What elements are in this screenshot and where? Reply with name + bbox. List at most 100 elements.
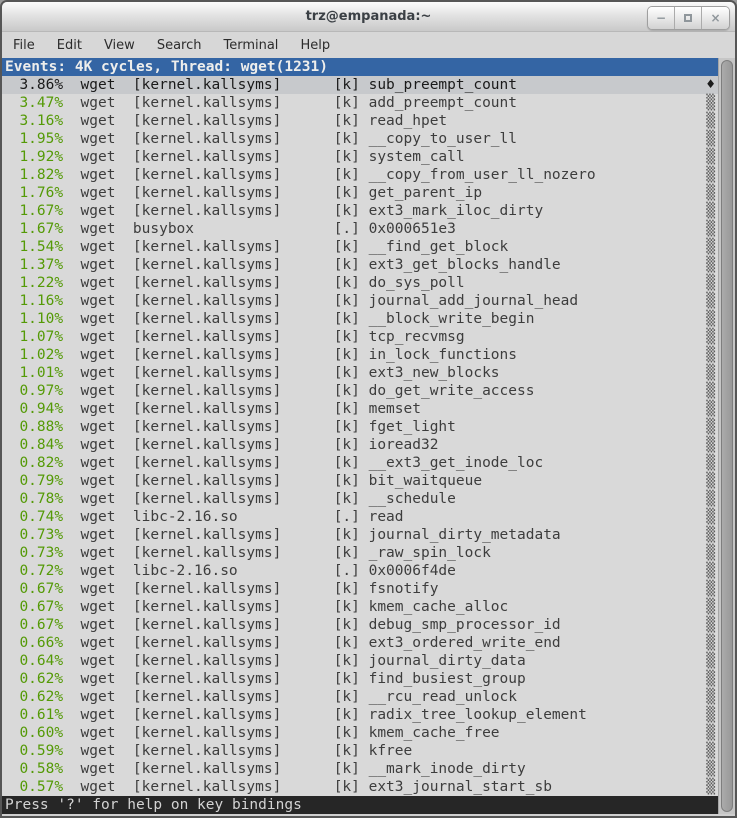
privilege-level: [k]	[334, 778, 360, 796]
perf-symbol-row[interactable]: 1.92%wget[kernel.kallsyms][k]system_call…	[2, 148, 718, 166]
perf-symbol-row[interactable]: 0.62%wget[kernel.kallsyms][k]__rcu_read_…	[2, 688, 718, 706]
menu-item-terminal[interactable]: Terminal	[215, 34, 286, 57]
overhead-percent: 0.66%	[2, 634, 63, 652]
perf-symbol-row[interactable]: 1.16%wget[kernel.kallsyms][k]journal_add…	[2, 292, 718, 310]
scrollbar-thumb[interactable]	[721, 60, 733, 812]
perf-symbol-row[interactable]: 0.62%wget[kernel.kallsyms][k]find_busies…	[2, 670, 718, 688]
symbol-name: kmem_cache_alloc	[369, 598, 509, 616]
perf-symbol-row[interactable]: 1.67%wget[kernel.kallsyms][k]ext3_mark_i…	[2, 202, 718, 220]
command-name: wget	[81, 400, 116, 418]
symbol-name: ioread32	[369, 436, 439, 454]
perf-symbol-row[interactable]: 0.61%wget[kernel.kallsyms][k]radix_tree_…	[2, 706, 718, 724]
perf-symbol-row[interactable]: 3.86%wget[kernel.kallsyms][k]sub_preempt…	[2, 76, 718, 94]
symbol-name: kmem_cache_free	[369, 724, 500, 742]
perf-symbol-row[interactable]: 1.95%wget[kernel.kallsyms][k]__copy_to_u…	[2, 130, 718, 148]
overhead-percent: 0.73%	[2, 526, 63, 544]
perf-symbol-row[interactable]: 0.60%wget[kernel.kallsyms][k]kmem_cache_…	[2, 724, 718, 742]
privilege-level: [k]	[334, 400, 360, 418]
perf-symbol-row[interactable]: 0.57%wget[kernel.kallsyms][k]ext3_journa…	[2, 778, 718, 796]
perf-symbol-row[interactable]: 0.82%wget[kernel.kallsyms][k]__ext3_get_…	[2, 454, 718, 472]
perf-symbol-row[interactable]: 0.74%wgetlibc-2.16.so[.]read ▒	[2, 508, 718, 526]
perf-symbol-row[interactable]: 1.54%wget[kernel.kallsyms][k]__find_get_…	[2, 238, 718, 256]
tui-scroll-marker: ▒	[706, 94, 715, 112]
shared-object: [kernel.kallsyms]	[133, 436, 334, 454]
tui-scroll-marker: ▒	[706, 562, 715, 580]
menu-item-help[interactable]: Help	[292, 34, 338, 57]
perf-symbol-row[interactable]: 0.73%wget[kernel.kallsyms][k]_raw_spin_l…	[2, 544, 718, 562]
perf-symbol-row[interactable]: 1.67%wgetbusybox[.]0x000651e3 ▒	[2, 220, 718, 238]
overhead-percent: 0.72%	[2, 562, 63, 580]
shared-object: [kernel.kallsyms]	[133, 634, 334, 652]
overhead-percent: 0.94%	[2, 400, 63, 418]
overhead-percent: 1.02%	[2, 346, 63, 364]
perf-symbol-row[interactable]: 3.47%wget[kernel.kallsyms][k]add_preempt…	[2, 94, 718, 112]
scrollbar-track[interactable]	[718, 58, 735, 814]
perf-symbol-row[interactable]: 0.78%wget[kernel.kallsyms][k]__schedule …	[2, 490, 718, 508]
command-name: wget	[81, 508, 116, 526]
perf-symbol-row[interactable]: 0.64%wget[kernel.kallsyms][k]journal_dir…	[2, 652, 718, 670]
perf-symbol-row[interactable]: 3.16%wget[kernel.kallsyms][k]read_hpet ▒	[2, 112, 718, 130]
symbol-name: ext3_get_blocks_handle	[369, 256, 561, 274]
symbol-name: kfree	[369, 742, 413, 760]
terminal-screen[interactable]: Events: 4K cycles, Thread: wget(1231) 3.…	[2, 58, 735, 814]
overhead-percent: 0.88%	[2, 418, 63, 436]
perf-symbol-row[interactable]: 0.79%wget[kernel.kallsyms][k]bit_waitque…	[2, 472, 718, 490]
title-bar[interactable]: trz@empanada:~ − ×	[2, 2, 735, 32]
menu-item-edit[interactable]: Edit	[49, 34, 90, 57]
privilege-level: [k]	[334, 742, 360, 760]
perf-symbol-row[interactable]: 1.82%wget[kernel.kallsyms][k]__copy_from…	[2, 166, 718, 184]
symbol-name: find_busiest_group	[369, 670, 526, 688]
command-name: wget	[81, 562, 116, 580]
command-name: wget	[81, 544, 116, 562]
perf-symbol-row[interactable]: 0.72%wgetlibc-2.16.so[.]0x0006f4de ▒	[2, 562, 718, 580]
tui-scroll-marker: ▒	[706, 778, 715, 796]
overhead-percent: 0.97%	[2, 382, 63, 400]
maximize-button[interactable]	[675, 7, 702, 29]
perf-symbol-row[interactable]: 1.37%wget[kernel.kallsyms][k]ext3_get_bl…	[2, 256, 718, 274]
shared-object: [kernel.kallsyms]	[133, 382, 334, 400]
symbol-name: __find_get_block	[369, 238, 509, 256]
tui-scroll-marker: ▒	[706, 256, 715, 274]
perf-symbol-row[interactable]: 0.66%wget[kernel.kallsyms][k]ext3_ordere…	[2, 634, 718, 652]
perf-symbol-row[interactable]: 0.67%wget[kernel.kallsyms][k]fsnotify ▒	[2, 580, 718, 598]
minimize-button[interactable]: −	[648, 7, 675, 29]
close-button[interactable]: ×	[702, 7, 729, 29]
privilege-level: [k]	[334, 634, 360, 652]
perf-symbol-row[interactable]: 0.67%wget[kernel.kallsyms][k]kmem_cache_…	[2, 598, 718, 616]
perf-symbol-row[interactable]: 0.84%wget[kernel.kallsyms][k]ioread32 ▒	[2, 436, 718, 454]
tui-scroll-marker: ▒	[706, 472, 715, 490]
shared-object: [kernel.kallsyms]	[133, 76, 334, 94]
shared-object: [kernel.kallsyms]	[133, 130, 334, 148]
tui-scroll-marker: ▒	[706, 130, 715, 148]
perf-symbol-row[interactable]: 1.22%wget[kernel.kallsyms][k]do_sys_poll…	[2, 274, 718, 292]
privilege-level: [k]	[334, 760, 360, 778]
perf-symbol-row[interactable]: 0.97%wget[kernel.kallsyms][k]do_get_writ…	[2, 382, 718, 400]
shared-object: [kernel.kallsyms]	[133, 598, 334, 616]
perf-symbol-row[interactable]: 0.88%wget[kernel.kallsyms][k]fget_light …	[2, 418, 718, 436]
perf-symbol-row[interactable]: 0.58%wget[kernel.kallsyms][k]__mark_inod…	[2, 760, 718, 778]
overhead-percent: 0.64%	[2, 652, 63, 670]
command-name: wget	[81, 346, 116, 364]
perf-symbol-row[interactable]: 0.94%wget[kernel.kallsyms][k]memset ▒	[2, 400, 718, 418]
perf-symbol-row[interactable]: 1.02%wget[kernel.kallsyms][k]in_lock_fun…	[2, 346, 718, 364]
shared-object: [kernel.kallsyms]	[133, 400, 334, 418]
perf-symbol-row[interactable]: 0.59%wget[kernel.kallsyms][k]kfree ▒	[2, 742, 718, 760]
shared-object: [kernel.kallsyms]	[133, 706, 334, 724]
tui-scroll-marker: ▒	[706, 670, 715, 688]
overhead-percent: 0.73%	[2, 544, 63, 562]
menu-item-file[interactable]: File	[5, 34, 43, 57]
shared-object: [kernel.kallsyms]	[133, 364, 334, 382]
perf-symbol-row[interactable]: 1.07%wget[kernel.kallsyms][k]tcp_recvmsg…	[2, 328, 718, 346]
perf-symbol-row[interactable]: 1.76%wget[kernel.kallsyms][k]get_parent_…	[2, 184, 718, 202]
perf-symbol-row[interactable]: 0.73%wget[kernel.kallsyms][k]journal_dir…	[2, 526, 718, 544]
privilege-level: [k]	[334, 688, 360, 706]
perf-symbol-row[interactable]: 0.67%wget[kernel.kallsyms][k]debug_smp_p…	[2, 616, 718, 634]
command-name: wget	[81, 472, 116, 490]
privilege-level: [k]	[334, 418, 360, 436]
perf-symbol-row[interactable]: 1.01%wget[kernel.kallsyms][k]ext3_new_bl…	[2, 364, 718, 382]
perf-symbol-row[interactable]: 1.10%wget[kernel.kallsyms][k]__block_wri…	[2, 310, 718, 328]
menu-item-view[interactable]: View	[96, 34, 143, 57]
command-name: wget	[81, 616, 116, 634]
tui-scroll-marker: ▒	[706, 454, 715, 472]
menu-item-search[interactable]: Search	[149, 34, 210, 57]
